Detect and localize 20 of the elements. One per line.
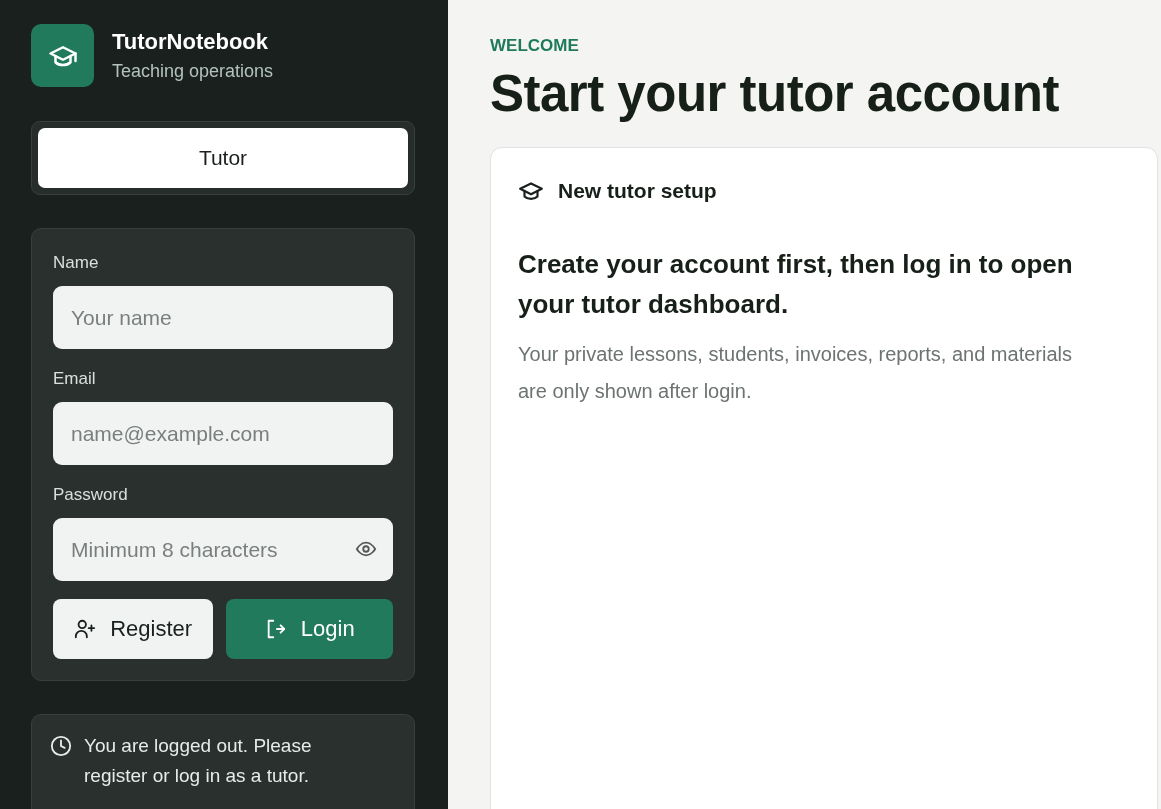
login-button[interactable]: Login bbox=[226, 599, 393, 659]
field-label: Email bbox=[53, 369, 97, 389]
page-title: Start your tutor account bbox=[490, 64, 1060, 123]
user-plus-icon bbox=[74, 618, 97, 640]
input-field[interactable]: Your name bbox=[53, 286, 393, 349]
field-label: Password bbox=[53, 485, 129, 505]
input-field[interactable]: Minimum 8 characters bbox=[53, 518, 393, 581]
eyebrow-label: WELCOME bbox=[490, 36, 580, 56]
register-button[interactable]: Register bbox=[53, 599, 214, 659]
brand-tagline: Teaching operations bbox=[112, 61, 274, 82]
clock-icon bbox=[50, 735, 72, 757]
card-description: Your private lessons, students, invoices, reports, and materials are only shown after login. bbox=[518, 342, 1073, 404]
card-heading: Create your account first, then log in to open your tutor dashboard. bbox=[518, 248, 1074, 321]
input-field[interactable]: name@example.com bbox=[53, 402, 393, 465]
role-tab[interactable]: Tutor bbox=[38, 128, 408, 188]
card-title: New tutor setup bbox=[558, 179, 717, 203]
logo-icon bbox=[31, 24, 94, 87]
field-label: Name bbox=[53, 253, 100, 273]
notice-text: You are logged out. Please register or log in as a tutor. bbox=[84, 734, 313, 788]
brand-name: TutorNotebook bbox=[112, 29, 269, 55]
